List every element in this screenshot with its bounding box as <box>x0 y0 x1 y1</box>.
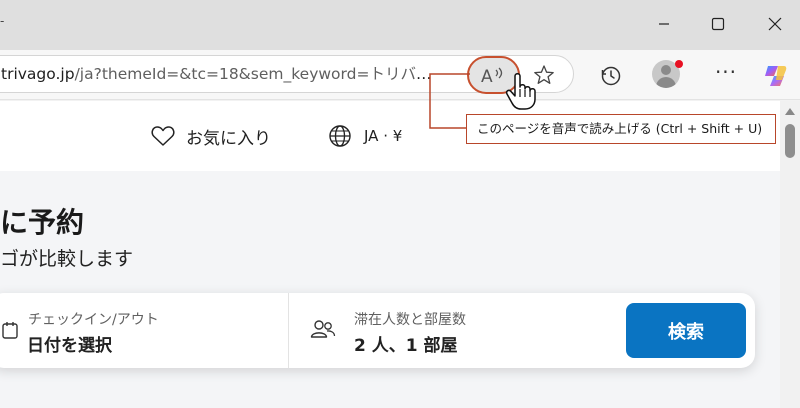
globe-icon <box>329 125 351 147</box>
favorites-label: お気に入り <box>186 128 271 149</box>
calendar-icon <box>2 322 18 339</box>
guests-field[interactable]: 2 人、1 部屋 <box>354 331 458 356</box>
minimize-icon <box>659 23 669 25</box>
language-label: JA · ¥ <box>364 127 403 145</box>
hero-subline: ゴが比較します <box>0 248 134 270</box>
language-currency-link[interactable]: JA · ¥ <box>328 123 402 149</box>
url-path: /ja?themeId=&tc=18&sem_keyword=トリバゴ&... <box>74 65 441 83</box>
close-button[interactable] <box>752 0 798 48</box>
url-host: trivago.jp <box>1 65 75 83</box>
guests-icon <box>310 320 336 338</box>
browser-toolbar: trivago.jp/ja?themeId=&tc=18&sem_keyword… <box>0 50 800 100</box>
guests-label: 滞在人数と部屋数 <box>354 312 466 328</box>
search-form: チェックイン/アウト 日付を選択 滞在人数と部屋数 2 人、1 部屋 検索 <box>0 293 755 368</box>
hero-section <box>0 171 780 408</box>
history-button[interactable] <box>593 58 629 94</box>
heart-icon <box>151 126 175 146</box>
hero-headline: に予約 <box>0 206 85 239</box>
scroll-thumb[interactable] <box>785 124 795 158</box>
scroll-up-icon[interactable] <box>785 108 795 115</box>
svg-text:A: A <box>481 67 493 85</box>
title-bar: ‐ <box>0 0 800 50</box>
maximize-button[interactable] <box>695 0 741 48</box>
profile-alert-dot <box>675 60 683 68</box>
search-button[interactable]: 検索 <box>626 303 746 358</box>
read-aloud-tooltip: このページを音声で読み上げる (Ctrl + Shift + U) <box>466 114 776 144</box>
close-icon <box>768 17 782 31</box>
maximize-icon <box>711 17 725 31</box>
checkin-field[interactable]: 日付を選択 <box>27 331 112 356</box>
history-icon <box>601 66 621 86</box>
more-menu-button[interactable]: ··· <box>708 62 744 86</box>
favorites-link[interactable]: お気に入り <box>150 123 271 149</box>
title-glyph: ‐ <box>0 14 5 28</box>
read-aloud-icon: A <box>481 67 502 85</box>
checkin-label: チェックイン/アウト <box>28 312 159 328</box>
url-text[interactable]: trivago.jp/ja?themeId=&tc=18&sem_keyword… <box>1 56 441 92</box>
copilot-icon <box>765 66 787 86</box>
avatar-body <box>656 77 676 88</box>
avatar-head <box>661 65 671 75</box>
minimize-button[interactable] <box>641 0 687 48</box>
web-page: お気に入り JA · ¥ に予約 ゴが比較します チェックイン/アウト 日付を選… <box>0 101 780 408</box>
copilot-button[interactable] <box>758 58 794 94</box>
field-divider <box>288 293 289 368</box>
hand-cursor-icon <box>505 73 536 110</box>
